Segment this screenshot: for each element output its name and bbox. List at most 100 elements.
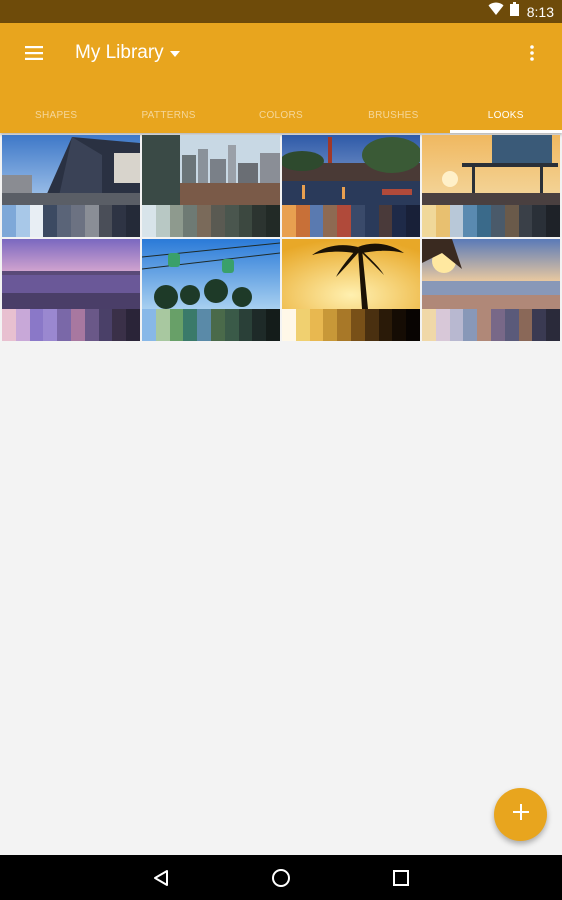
color-swatch: [70, 309, 85, 341]
color-swatch: [477, 205, 491, 237]
color-swatch: [295, 205, 310, 237]
look-card[interactable]: [422, 135, 560, 237]
color-swatch: [2, 309, 16, 341]
color-swatch: [490, 309, 505, 341]
color-swatch: [210, 205, 225, 237]
color-swatch: [155, 309, 170, 341]
color-swatch: [378, 309, 393, 341]
color-swatch: [504, 309, 519, 341]
library-title: My Library: [75, 42, 164, 63]
color-swatch: [392, 205, 407, 237]
color-swatch: [252, 205, 267, 237]
color-swatch: [463, 309, 478, 341]
caret-down-icon: [169, 44, 180, 62]
color-swatch: [210, 309, 225, 341]
color-swatch: [518, 309, 533, 341]
color-swatch: [98, 309, 113, 341]
library-selector[interactable]: My Library: [75, 39, 180, 67]
color-swatch: [463, 205, 478, 237]
color-swatch: [142, 205, 156, 237]
look-photo: [142, 135, 280, 205]
color-swatch: [406, 205, 420, 237]
color-swatch: [422, 309, 436, 341]
color-swatch: [350, 309, 365, 341]
color-swatch: [126, 309, 140, 341]
color-swatch: [337, 309, 351, 341]
color-swatch: [309, 309, 324, 341]
app-bar: My Library SHAPES PATTERNS COLORS BRUSHE…: [0, 23, 562, 133]
color-swatch: [126, 205, 140, 237]
look-photo: [2, 239, 140, 309]
look-card[interactable]: [282, 135, 420, 237]
color-swatch: [84, 205, 99, 237]
color-swatch: [183, 309, 198, 341]
status-bar: 8:13: [0, 0, 562, 23]
color-swatch: [435, 309, 450, 341]
look-swatches: [422, 205, 560, 237]
color-swatch: [15, 205, 30, 237]
tab-brushes[interactable]: BRUSHES: [337, 97, 449, 133]
color-swatch: [406, 309, 420, 341]
color-swatch: [169, 309, 184, 341]
color-swatch: [378, 205, 393, 237]
color-swatch: [224, 205, 239, 237]
color-swatch: [57, 205, 71, 237]
look-card[interactable]: [142, 135, 280, 237]
color-swatch: [449, 309, 464, 341]
tab-looks[interactable]: LOOKS: [449, 97, 562, 133]
color-swatch: [449, 205, 464, 237]
more-vert-icon[interactable]: [522, 39, 542, 67]
color-swatch: [43, 205, 58, 237]
status-icons: 8:13: [488, 0, 554, 23]
recents-icon[interactable]: [388, 865, 414, 891]
color-swatch: [142, 309, 156, 341]
color-swatch: [309, 205, 324, 237]
color-swatch: [252, 309, 267, 341]
hamburger-menu-icon[interactable]: [18, 39, 50, 67]
tab-shapes[interactable]: SHAPES: [0, 97, 112, 133]
look-photo: [422, 135, 560, 205]
look-swatches: [2, 205, 140, 237]
look-card[interactable]: [2, 135, 140, 237]
battery-icon: [509, 2, 519, 21]
tab-patterns[interactable]: PATTERNS: [112, 97, 224, 133]
look-card[interactable]: [282, 239, 420, 341]
color-swatch: [392, 309, 407, 341]
color-swatch: [197, 309, 211, 341]
color-swatch: [477, 309, 491, 341]
color-swatch: [183, 205, 198, 237]
color-swatch: [282, 309, 296, 341]
back-icon[interactable]: [148, 865, 174, 891]
wifi-icon: [488, 2, 504, 21]
look-card[interactable]: [2, 239, 140, 341]
color-swatch: [364, 309, 379, 341]
color-swatch: [70, 205, 85, 237]
color-swatch: [29, 205, 44, 237]
look-card[interactable]: [422, 239, 560, 341]
color-swatch: [364, 205, 379, 237]
home-icon[interactable]: [268, 865, 294, 891]
category-tabs: SHAPES PATTERNS COLORS BRUSHES LOOKS: [0, 97, 562, 133]
look-photo: [142, 239, 280, 309]
status-time: 8:13: [526, 3, 554, 20]
color-swatch: [532, 309, 547, 341]
look-swatches: [422, 309, 560, 341]
looks-grid: [2, 135, 560, 341]
color-swatch: [98, 205, 113, 237]
color-swatch: [350, 205, 365, 237]
color-swatch: [169, 205, 184, 237]
look-photo: [422, 239, 560, 309]
color-swatch: [15, 309, 30, 341]
system-nav-bar: [0, 855, 562, 900]
add-look-button[interactable]: [494, 788, 547, 841]
tab-colors[interactable]: COLORS: [225, 97, 337, 133]
look-card[interactable]: [142, 239, 280, 341]
color-swatch: [112, 309, 127, 341]
look-swatches: [142, 205, 280, 237]
look-swatches: [282, 309, 420, 341]
color-swatch: [282, 205, 296, 237]
color-swatch: [84, 309, 99, 341]
color-swatch: [422, 205, 436, 237]
color-swatch: [266, 205, 280, 237]
look-photo: [2, 135, 140, 205]
